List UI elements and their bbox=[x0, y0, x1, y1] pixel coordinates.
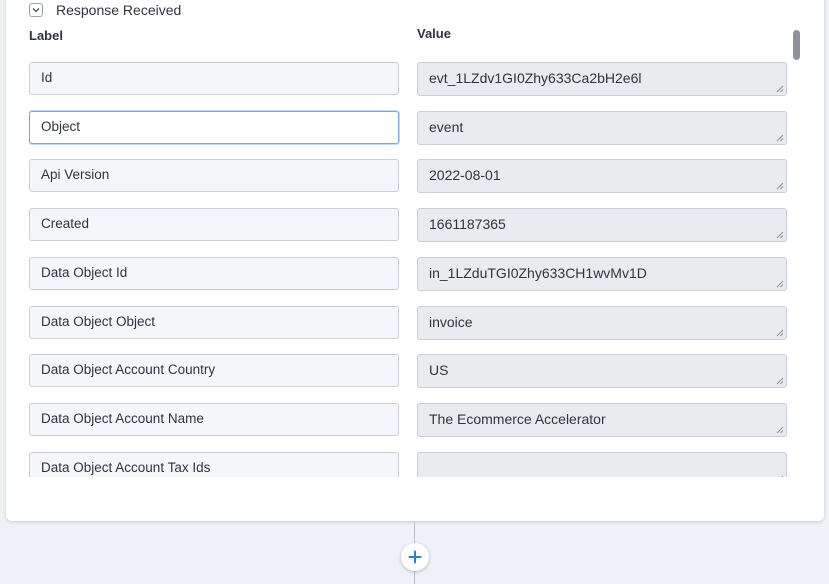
value-textarea[interactable]: The Ecommerce Accelerator bbox=[417, 402, 787, 437]
value-text: 1661187365 bbox=[429, 216, 506, 233]
value-text: event bbox=[429, 118, 464, 135]
label-input[interactable]: Created bbox=[29, 208, 399, 242]
value-text: The Ecommerce Accelerator bbox=[429, 410, 606, 427]
resize-handle-icon[interactable] bbox=[775, 474, 784, 477]
field-row: Id evt_1LZdv1GI0Zhy633Ca2bH2e6l bbox=[29, 62, 787, 96]
label-column-header: Label bbox=[29, 28, 63, 43]
section-title: Response Received bbox=[56, 2, 182, 18]
label-input[interactable]: Api Version bbox=[29, 159, 399, 193]
chevron-down-icon[interactable] bbox=[29, 3, 43, 17]
value-textarea[interactable]: evt_1LZdv1GI0Zhy633Ca2bH2e6l bbox=[417, 62, 787, 96]
field-list: Id evt_1LZdv1GI0Zhy633Ca2bH2e6l Object e… bbox=[29, 62, 787, 477]
value-textarea[interactable]: in_1LZduTGI0Zhy633CH1wvMv1D bbox=[417, 256, 787, 291]
add-step-button[interactable] bbox=[401, 543, 429, 571]
field-row: Data Object Account Tax Ids bbox=[29, 451, 787, 477]
value-textarea[interactable] bbox=[417, 451, 787, 477]
value-text: in_1LZduTGI0Zhy633CH1wvMv1D bbox=[429, 264, 647, 281]
resize-handle-icon[interactable] bbox=[775, 279, 784, 288]
value-text: 2022-08-01 bbox=[429, 167, 501, 184]
section-header[interactable]: Response Received bbox=[29, 1, 181, 19]
field-row: Object event bbox=[29, 110, 787, 145]
value-text: evt_1LZdv1GI0Zhy633Ca2bH2e6l bbox=[429, 70, 642, 86]
field-row: Data Object Account Name The Ecommerce A… bbox=[29, 402, 787, 437]
plus-icon bbox=[408, 550, 422, 564]
label-input[interactable]: Data Object Account Tax Ids bbox=[29, 451, 399, 477]
value-textarea[interactable]: 1661187365 bbox=[417, 208, 787, 243]
value-textarea[interactable]: event bbox=[417, 110, 787, 145]
resize-handle-icon[interactable] bbox=[775, 181, 784, 190]
label-input[interactable]: Data Object Object bbox=[29, 305, 399, 339]
resize-handle-icon[interactable] bbox=[775, 376, 784, 385]
label-input[interactable]: Data Object Id bbox=[29, 256, 399, 290]
label-input[interactable]: Data Object Account Name bbox=[29, 402, 399, 436]
field-row: Data Object Id in_1LZduTGI0Zhy633CH1wvMv… bbox=[29, 256, 787, 291]
scrollbar-thumb[interactable] bbox=[793, 30, 800, 60]
response-card: Response Received Label Value Id evt_1LZ… bbox=[6, 0, 824, 521]
resize-handle-icon[interactable] bbox=[775, 84, 784, 93]
value-text: US bbox=[429, 362, 449, 379]
value-text: invoice bbox=[429, 313, 473, 330]
field-row: Api Version 2022-08-01 bbox=[29, 159, 787, 194]
value-column-header: Value bbox=[417, 26, 451, 41]
label-input[interactable]: Data Object Account Country bbox=[29, 354, 399, 388]
value-textarea[interactable]: invoice bbox=[417, 305, 787, 340]
label-input[interactable]: Id bbox=[29, 62, 399, 95]
label-input[interactable]: Object bbox=[29, 110, 399, 144]
resize-handle-icon[interactable] bbox=[775, 328, 784, 337]
resize-handle-icon[interactable] bbox=[775, 133, 784, 142]
resize-handle-icon[interactable] bbox=[775, 425, 784, 434]
value-textarea[interactable]: US bbox=[417, 354, 787, 389]
field-row: Data Object Object invoice bbox=[29, 305, 787, 340]
field-row: Created 1661187365 bbox=[29, 208, 787, 243]
field-row: Data Object Account Country US bbox=[29, 354, 787, 389]
value-textarea[interactable]: 2022-08-01 bbox=[417, 159, 787, 194]
resize-handle-icon[interactable] bbox=[775, 230, 784, 239]
